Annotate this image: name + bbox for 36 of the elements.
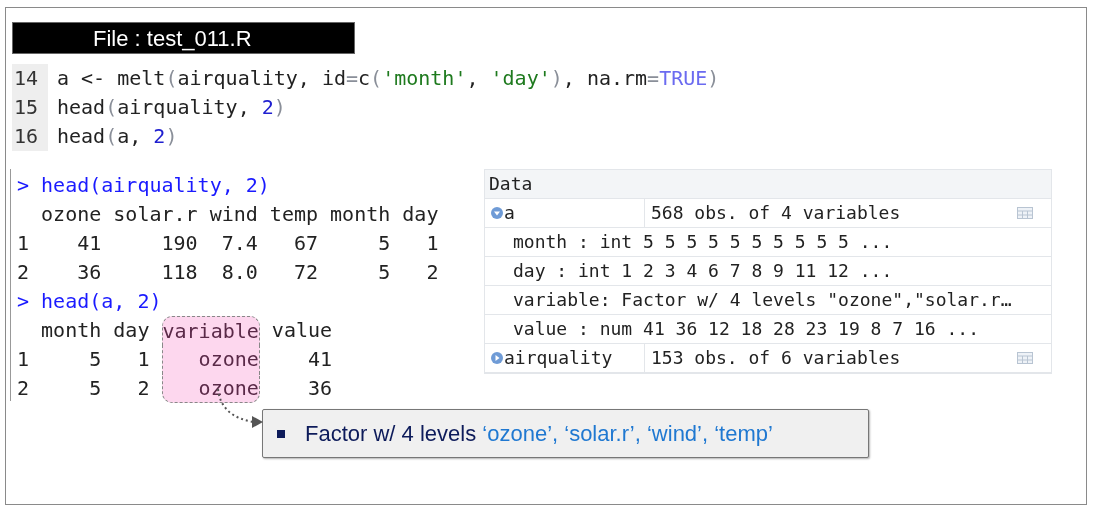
callout-text: Factor w/ 4 levels ‘ozone’, ‘solar.r’, ‘wind’, ‘temp’: [305, 420, 773, 448]
console-output: month day: [40, 317, 151, 344]
collapse-icon[interactable]: [491, 207, 503, 219]
variable-summary: value : num 41 36 12 18 28 23 19 8 7 16 ...: [513, 318, 979, 339]
highlighted-console-text: ozone: [161, 345, 260, 374]
console-output: 36: [307, 375, 333, 402]
variable-summary: month : int 5 5 5 5 5 5 5 5 5 5 ...: [513, 231, 893, 252]
console-output: 2 36 118 8.0 72 5 2: [17, 259, 439, 286]
line-number: 14: [12, 64, 48, 93]
code-line: head(airquality, 2): [56, 94, 286, 121]
expand-icon[interactable]: [491, 352, 503, 364]
table-icon[interactable]: [1017, 207, 1033, 219]
variable-summary: day : int 1 2 3 4 6 7 8 9 11 12 ...: [513, 260, 893, 281]
table-icon[interactable]: [1017, 352, 1033, 364]
highlighted-console-text: ozone: [161, 374, 260, 403]
console-output: 2 5 2: [17, 375, 151, 402]
code-line: a <- melt(airquality, id=c('month', 'day'), na.rm=TRUE): [56, 65, 720, 92]
code-line: head(a, 2): [56, 123, 178, 150]
section-header: Data: [485, 170, 1051, 199]
console-command: > head(a, 2): [17, 288, 162, 315]
object-summary: 153 obs. of 6 variables: [650, 346, 902, 370]
console-output: 1 41 190 7.4 67 5 1: [17, 230, 439, 257]
highlighted-console-text: variable: [161, 316, 260, 345]
console-output: 41: [307, 346, 333, 373]
object-name[interactable]: a: [504, 199, 515, 227]
console-output: ozone solar.r wind temp month day: [40, 201, 439, 228]
console-output: 1 5 1: [17, 346, 151, 373]
line-number: 16: [12, 122, 48, 151]
variable-summary: variable: Factor w/ 4 levels "ozone","solar.r…: [513, 289, 1012, 310]
file-title: File : test_011.R: [12, 22, 355, 54]
console-output: value: [270, 317, 333, 344]
bullet-icon: [277, 429, 285, 438]
object-name[interactable]: airquality: [504, 344, 613, 372]
console-command: > head(airquality, 2): [17, 172, 270, 199]
line-number: 15: [12, 93, 48, 122]
object-summary: 568 obs. of 4 variables: [650, 201, 902, 225]
